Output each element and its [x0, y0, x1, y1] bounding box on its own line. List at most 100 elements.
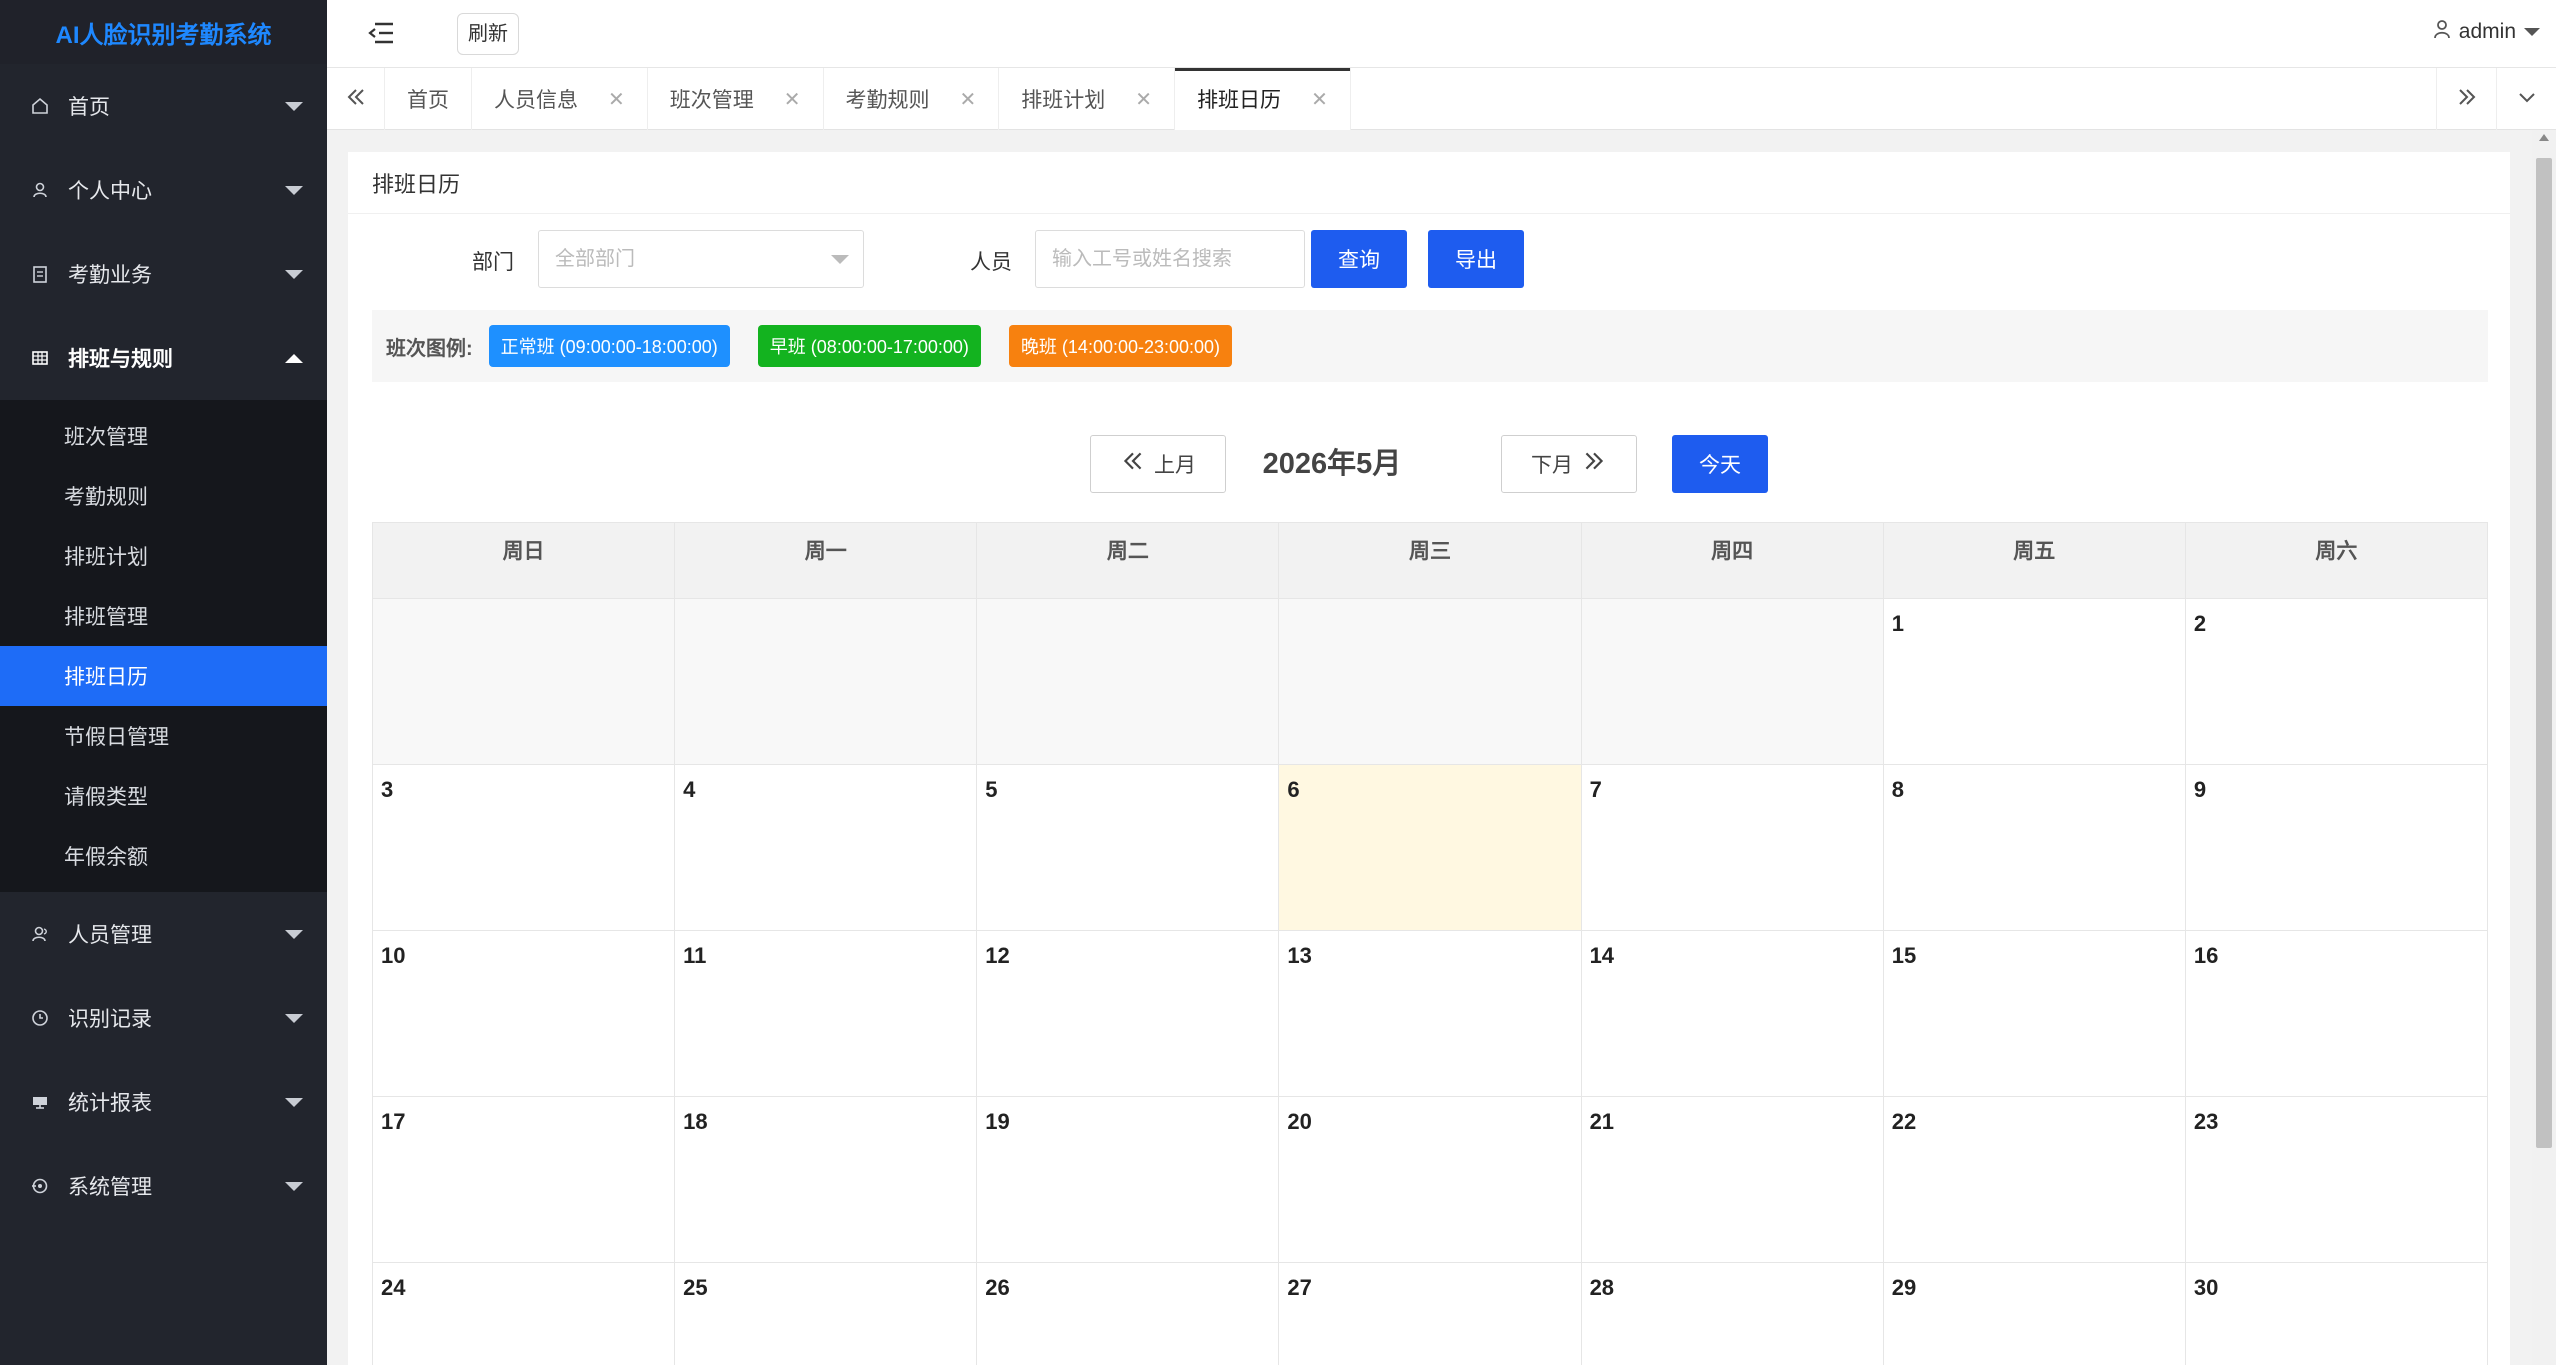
refresh-button[interactable]: 刷新 [457, 13, 519, 55]
close-icon[interactable]: ✕ [960, 87, 977, 112]
calendar-day-number: 5 [985, 777, 998, 802]
calendar-day-cell[interactable]: 28 [1581, 1263, 1884, 1365]
calendar-day-cell[interactable]: 24 [373, 1263, 676, 1365]
legend-chip-early-shift: 早班 (08:00:00-17:00:00) [757, 325, 981, 367]
content-card: 排班日历 部门 全部部门 人员 查询 导出 班次图例: 正常班 (09:00:0… [348, 152, 2510, 1365]
close-icon[interactable]: ✕ [784, 87, 801, 112]
calendar-day-cell[interactable]: 11 [675, 931, 978, 1097]
chevron-down-icon [285, 1098, 303, 1107]
sidebar-item-schedule-rules[interactable]: 排班与规则 [0, 316, 327, 400]
submenu-item-annual-leave-balance[interactable]: 年假余额 [0, 826, 327, 886]
sidebar-item-system[interactable]: 系统管理 [0, 1144, 327, 1228]
calendar-day-cell[interactable]: 1 [1883, 599, 2186, 765]
today-button[interactable]: 今天 [1672, 435, 1768, 493]
chevron-up-icon [285, 354, 303, 363]
calendar-day-cell[interactable]: 14 [1581, 931, 1884, 1097]
calendar-day-cell[interactable]: 16 [2185, 931, 2488, 1097]
calendar-empty-cell [1581, 599, 1884, 765]
close-icon[interactable]: ✕ [1311, 87, 1328, 112]
user-menu[interactable]: admin [2431, 18, 2540, 46]
submenu-item-schedule-calendar[interactable]: 排班日历 [0, 646, 327, 706]
submenu-item-leave-types[interactable]: 请假类型 [0, 766, 327, 826]
calendar-day-cell[interactable]: 22 [1883, 1097, 2186, 1263]
double-chevron-right-icon [2455, 85, 2479, 114]
submenu-item-shift-management[interactable]: 班次管理 [0, 406, 327, 466]
calendar-day-cell[interactable]: 27 [1279, 1263, 1582, 1365]
double-chevron-right-icon [1581, 448, 1607, 480]
calendar-day-cell[interactable]: 15 [1883, 931, 2186, 1097]
query-button[interactable]: 查询 [1311, 230, 1407, 288]
tab-shift-management[interactable]: 班次管理 ✕ [648, 68, 824, 130]
calendar-day-number: 21 [1589, 1109, 1615, 1134]
chevron-down-icon [285, 270, 303, 279]
calendar-empty-cell [977, 599, 1280, 765]
next-month-button[interactable]: 下月 [1501, 435, 1637, 493]
calendar-day-cell[interactable]: 9 [2185, 765, 2488, 931]
clock-icon [28, 1006, 52, 1030]
calendar-day-cell[interactable]: 5 [977, 765, 1280, 931]
submenu-schedule-rules: 班次管理 考勤规则 排班计划 排班管理 排班日历 节假日管理 请假类型 年假余额 [0, 400, 327, 892]
app-logo-title[interactable]: AI人脸识别考勤系统 [0, 0, 327, 64]
close-icon[interactable]: ✕ [608, 87, 625, 112]
person-search-input[interactable] [1035, 230, 1305, 288]
scrollbar-thumb[interactable] [2536, 158, 2552, 1148]
calendar-day-cell[interactable]: 26 [977, 1263, 1280, 1365]
sidebar-item-profile[interactable]: 个人中心 [0, 148, 327, 232]
calendar-day-cell[interactable]: 23 [2185, 1097, 2488, 1263]
calendar-day-cell[interactable]: 10 [373, 931, 676, 1097]
calendar-day-cell[interactable]: 13 [1279, 931, 1582, 1097]
prev-month-button[interactable]: 上月 [1090, 435, 1226, 493]
calendar-day-number: 20 [1287, 1109, 1312, 1134]
user-avatar-icon [2431, 18, 2453, 46]
page-scrollbar[interactable] [2532, 130, 2556, 1365]
department-select[interactable]: 全部部门 [538, 230, 864, 288]
close-icon[interactable]: ✕ [1135, 87, 1152, 112]
sidebar-item-label: 排班与规则 [68, 348, 173, 371]
tab-bar: 首页 人员信息 ✕ 班次管理 ✕ 考勤规则 ✕ 排班计划 ✕ 排班日历 ✕ [327, 68, 2556, 130]
calendar-day-cell[interactable]: 18 [675, 1097, 978, 1263]
calendar-day-number: 11 [683, 943, 707, 968]
menu-toggle-icon[interactable] [367, 20, 395, 46]
calendar-day-cell[interactable]: 4 [675, 765, 978, 931]
calendar-day-cell[interactable]: 3 [373, 765, 676, 931]
sidebar-item-home[interactable]: 首页 [0, 64, 327, 148]
calendar-day-cell[interactable]: 2 [2185, 599, 2488, 765]
tab-options-dropdown[interactable] [2496, 68, 2556, 130]
calendar-day-cell[interactable]: 20 [1279, 1097, 1582, 1263]
sidebar-item-statistics[interactable]: 统计报表 [0, 1060, 327, 1144]
tab-personnel-info[interactable]: 人员信息 ✕ [472, 68, 648, 130]
calendar-day-cell[interactable]: 7 [1581, 765, 1884, 931]
calendar-day-cell[interactable]: 6 [1279, 765, 1582, 931]
tab-schedule-calendar[interactable]: 排班日历 ✕ [1175, 68, 1351, 130]
calendar-day-cell[interactable]: 17 [373, 1097, 676, 1263]
calendar-week-row: 24 25 26 27 28 29 30 [373, 1263, 2488, 1365]
submenu-item-schedule-management[interactable]: 排班管理 [0, 586, 327, 646]
chevron-down-icon [285, 186, 303, 195]
tab-home[interactable]: 首页 [385, 68, 472, 130]
tab-schedule-plan[interactable]: 排班计划 ✕ [999, 68, 1176, 130]
submenu-item-attendance-rules[interactable]: 考勤规则 [0, 466, 327, 526]
tab-scroll-right-button[interactable] [2436, 68, 2496, 130]
calendar-day-cell[interactable]: 29 [1883, 1263, 2186, 1365]
calendar-day-number: 13 [1287, 943, 1312, 968]
calendar-day-cell[interactable]: 21 [1581, 1097, 1884, 1263]
submenu-item-holiday-management[interactable]: 节假日管理 [0, 706, 327, 766]
calendar-day-cell[interactable]: 8 [1883, 765, 2186, 931]
calendar-day-cell[interactable]: 19 [977, 1097, 1280, 1263]
sidebar-item-personnel[interactable]: 人员管理 [0, 892, 327, 976]
scroll-up-arrow-icon[interactable] [2539, 134, 2549, 141]
calendar-day-cell[interactable]: 25 [675, 1263, 978, 1365]
export-button[interactable]: 导出 [1428, 230, 1524, 288]
month-navigation: 上月 2026年5月 下月 今天 [348, 435, 2510, 493]
sidebar-item-recognition-records[interactable]: 识别记录 [0, 976, 327, 1060]
chevron-down-icon [2515, 85, 2539, 114]
tab-attendance-rules[interactable]: 考勤规则 ✕ [824, 68, 1000, 130]
tab-scroll-left-button[interactable] [327, 68, 385, 130]
sidebar-item-label: 考勤业务 [68, 264, 152, 287]
sidebar-item-attendance[interactable]: 考勤业务 [0, 232, 327, 316]
calendar-day-cell[interactable]: 12 [977, 931, 1280, 1097]
person-icon [28, 922, 52, 946]
submenu-item-schedule-plan[interactable]: 排班计划 [0, 526, 327, 586]
calendar-day-cell[interactable]: 30 [2185, 1263, 2488, 1365]
top-header: 刷新 admin [327, 0, 2556, 68]
